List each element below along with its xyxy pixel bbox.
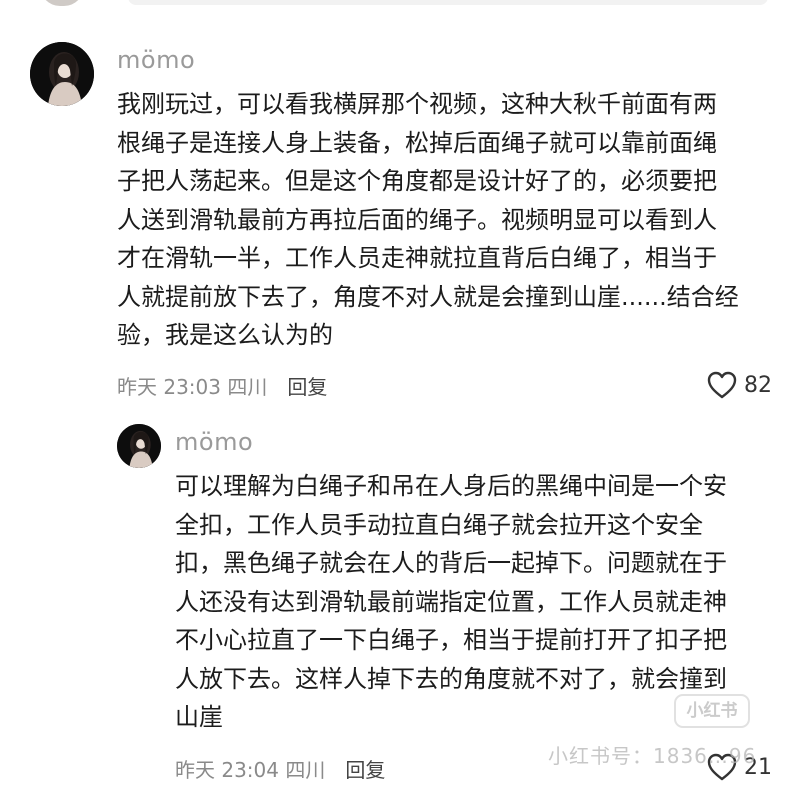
comment-meta: 昨天 23:03 四川 回复 (117, 371, 327, 400)
heart-outline-icon (707, 371, 737, 399)
previous-avatar-fragment (40, 0, 84, 6)
comment-meta: 昨天 23:04 四川 回复 (175, 754, 385, 783)
watermark-logo: 小红书 (674, 694, 750, 728)
comment-timestamp: 昨天 23:03 四川 (117, 375, 268, 399)
avatar[interactable] (117, 424, 161, 468)
previous-comment-remnant (0, 0, 800, 10)
comment-text: 可以理解为白绳子和吊在人身后的黑绳中间是一个安 全扣，工作人员手动拉直白绳子就会… (175, 472, 727, 731)
comment-text: 我刚玩过，可以看我横屏那个视频，这种大秋千前面有两 根绳子是连接人身上装备，松掉… (117, 90, 739, 349)
avatar[interactable] (30, 42, 94, 106)
comment-username[interactable]: mömo (117, 46, 195, 74)
user-avatar-icon (117, 424, 161, 468)
comment-username[interactable]: mömo (175, 428, 253, 456)
like-button[interactable]: 82 (706, 370, 772, 400)
user-avatar-icon (30, 42, 94, 106)
reply-button[interactable]: 回复 (345, 754, 385, 783)
like-count: 82 (744, 372, 772, 398)
reply-button[interactable]: 回复 (287, 371, 327, 400)
comment-timestamp: 昨天 23:04 四川 (175, 758, 326, 782)
watermark-id: 小红书号：1836…96 (548, 744, 757, 768)
previous-input-fragment (128, 0, 768, 5)
